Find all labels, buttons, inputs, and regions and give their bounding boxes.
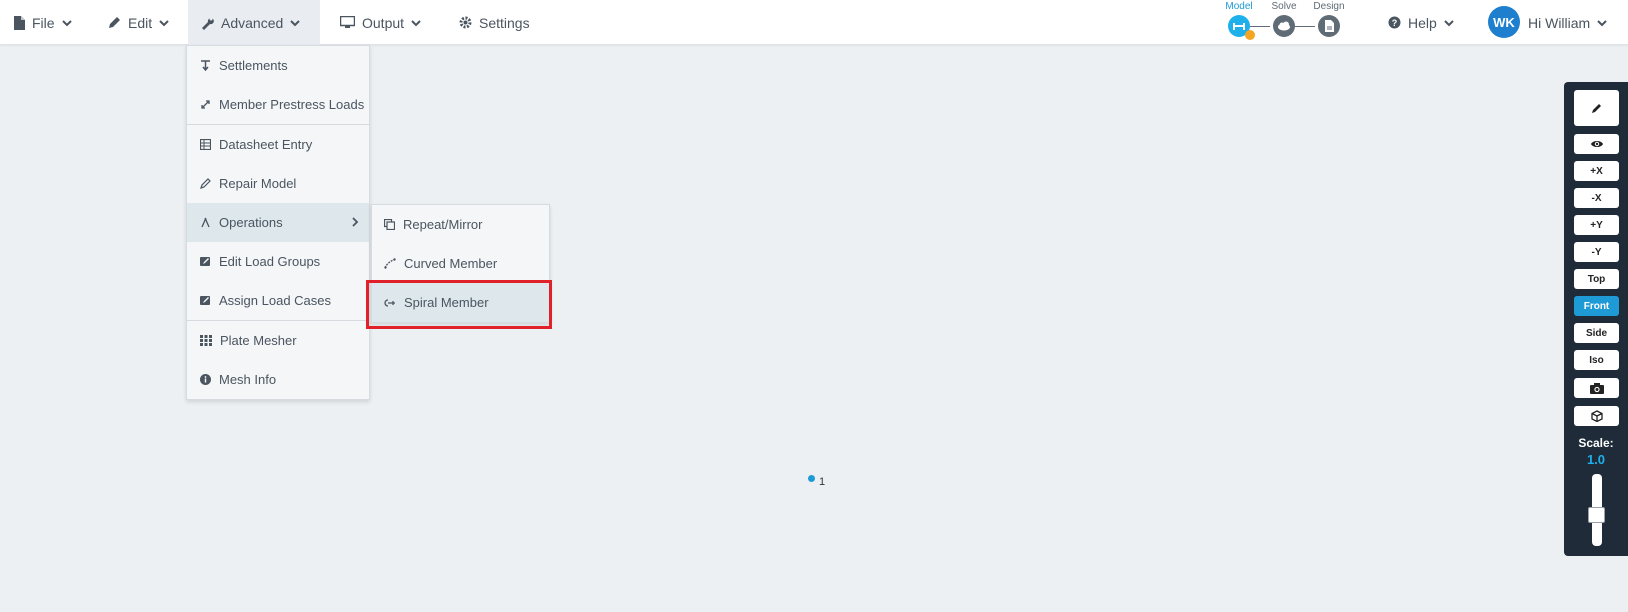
chevron-down-icon [1444, 19, 1454, 26]
screenshot-button[interactable] [1574, 378, 1619, 398]
menu-item-plate-mesher[interactable]: Plate Mesher [187, 321, 369, 360]
view-plus-x-button[interactable]: +X [1574, 161, 1619, 181]
wrench-icon [202, 17, 214, 30]
stepper-connector [1295, 26, 1315, 27]
file-menu-label: File [32, 14, 55, 31]
output-menu-label: Output [362, 14, 405, 31]
view-side-button[interactable]: Side [1574, 323, 1619, 343]
cube-icon [1590, 410, 1603, 422]
advanced-menu-label: Advanced [221, 14, 284, 31]
chevron-down-icon [1597, 19, 1607, 26]
svg-text:?: ? [1392, 18, 1398, 28]
view-front-button[interactable]: Front [1574, 296, 1619, 316]
document-icon [1318, 15, 1340, 37]
question-circle-icon: ? [1388, 16, 1401, 29]
pencil-icon [1591, 104, 1601, 113]
pencil-icon [109, 17, 120, 28]
output-menu[interactable]: Output [328, 0, 433, 45]
menu-item-label: Datasheet Entry [219, 137, 313, 152]
settings-menu-label: Settings [479, 14, 530, 31]
cloud-icon [1273, 15, 1295, 37]
draw-button[interactable] [1574, 90, 1619, 126]
chevron-down-icon [61, 19, 72, 26]
chevron-down-icon [411, 19, 421, 26]
edit-menu-label: Edit [128, 14, 153, 31]
menu-item-datasheet-entry[interactable]: Datasheet Entry [187, 125, 369, 164]
advanced-dropdown: Settlements Member Prestress Loads Datas… [186, 45, 370, 400]
scale-label: Scale: [1578, 436, 1614, 450]
node-label: 1 [819, 476, 826, 488]
edit-menu[interactable]: Edit [96, 0, 181, 45]
menu-item-label: Repeat/Mirror [403, 217, 483, 232]
scale-slider-thumb[interactable] [1588, 507, 1605, 523]
menu-item-assign-load-cases[interactable]: Assign Load Cases [187, 281, 369, 320]
menu-item-edit-load-groups[interactable]: Edit Load Groups [187, 242, 369, 281]
view-minus-x-button[interactable]: -X [1574, 188, 1619, 208]
menu-item-label: Repair Model [219, 176, 297, 191]
menu-item-member-prestress-loads[interactable]: Member Prestress Loads [187, 85, 369, 124]
menu-item-settlements[interactable]: Settlements [187, 46, 369, 85]
model-node[interactable] [808, 475, 815, 482]
step-model-label: Model [1225, 1, 1253, 12]
menu-item-mesh-info[interactable]: Mesh Info [187, 360, 369, 399]
help-menu[interactable]: ? Help [1376, 0, 1466, 45]
menu-item-label: Mesh Info [219, 372, 277, 387]
user-menu[interactable]: Hi William [1516, 0, 1619, 45]
menu-item-label: Curved Member [404, 256, 498, 271]
edit-box-icon [200, 257, 210, 266]
copy-icon [384, 219, 395, 230]
curve-icon [384, 258, 396, 269]
menu-item-label: Member Prestress Loads [219, 97, 365, 112]
compass-icon [201, 217, 210, 228]
chevron-down-icon [290, 19, 300, 26]
file-menu[interactable]: File [2, 0, 84, 45]
menu-item-label: Operations [219, 215, 283, 230]
menu-item-label: Edit Load Groups [219, 254, 321, 269]
info-circle-icon [200, 374, 211, 385]
settlement-icon [201, 60, 210, 71]
eye-icon [1590, 141, 1603, 147]
view-minus-y-button[interactable]: -Y [1574, 242, 1619, 262]
top-menu-bar: File Edit Advanced Output Settings Model… [0, 0, 1628, 45]
stepper-connector [1250, 26, 1270, 27]
chevron-right-icon [352, 217, 359, 227]
gear-icon [459, 16, 472, 29]
3d-view-button[interactable] [1574, 406, 1619, 426]
menu-item-label: Assign Load Cases [219, 293, 332, 308]
camera-icon [1589, 382, 1604, 394]
view-plus-y-button[interactable]: +Y [1574, 215, 1619, 235]
grid-icon [200, 335, 212, 346]
settings-menu[interactable]: Settings [447, 0, 542, 45]
menu-item-repair-model[interactable]: Repair Model [187, 164, 369, 203]
scale-value: 1.0 [1586, 452, 1606, 467]
expand-arrows-icon [201, 100, 210, 109]
menu-item-repeat-mirror[interactable]: Repeat/Mirror [372, 205, 549, 244]
help-menu-label: Help [1408, 14, 1437, 31]
warning-badge-icon [1245, 30, 1255, 40]
menu-item-operations[interactable]: Operations [187, 203, 369, 242]
user-greeting: Hi William [1528, 14, 1591, 31]
advanced-menu[interactable]: Advanced [188, 0, 320, 45]
view-iso-button[interactable]: Iso [1574, 350, 1619, 370]
step-design-label: Design [1313, 1, 1345, 12]
view-toolbar: +X -X +Y -Y Top Front Side Iso Scale: 1.… [1564, 82, 1628, 556]
monitor-icon [340, 16, 355, 28]
menu-item-label: Plate Mesher [220, 333, 297, 348]
menu-item-label: Settlements [219, 58, 288, 73]
edit-box-icon [200, 296, 210, 305]
view-top-button[interactable]: Top [1574, 269, 1619, 289]
file-icon [14, 15, 25, 30]
pen-icon [200, 178, 211, 189]
menu-item-curved-member[interactable]: Curved Member [372, 244, 549, 283]
chevron-down-icon [159, 19, 169, 26]
table-icon [200, 139, 211, 150]
highlight-annotation [366, 280, 552, 329]
visibility-button[interactable] [1574, 134, 1619, 154]
step-solve-label: Solve [1271, 1, 1297, 12]
